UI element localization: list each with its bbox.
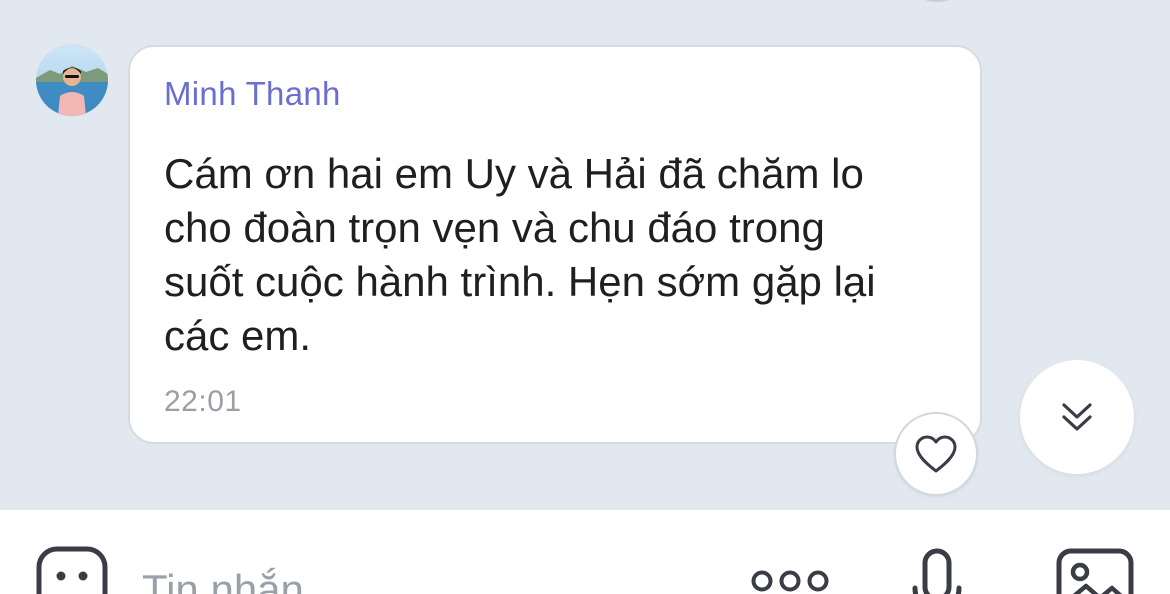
- message-text: Cám ơn hai em Uy và Hải đã chăm lo cho đ…: [164, 147, 954, 363]
- more-options-button[interactable]: [750, 566, 830, 594]
- more-horizontal-icon: [751, 570, 829, 592]
- voice-record-button[interactable]: [912, 548, 962, 594]
- sticker-icon: [36, 546, 108, 594]
- send-image-button[interactable]: [1056, 548, 1134, 594]
- message-line: các em.: [164, 312, 312, 359]
- message-bubble[interactable]: Minh Thanh Cám ơn hai em Uy và Hải đã ch…: [128, 45, 982, 444]
- image-icon: [1056, 548, 1134, 594]
- previous-reaction-button[interactable]: [902, 0, 972, 2]
- chat-area[interactable]: Minh Thanh Cám ơn hai em Uy và Hải đã ch…: [0, 0, 1170, 510]
- like-button[interactable]: [894, 412, 978, 496]
- double-chevron-down-icon: [1062, 403, 1092, 431]
- sticker-button[interactable]: [36, 546, 108, 594]
- avatar[interactable]: [36, 44, 108, 116]
- heart-icon: [915, 435, 957, 473]
- message-composer: [0, 510, 1170, 594]
- scroll-to-bottom-button[interactable]: [1020, 360, 1134, 474]
- message-line: suốt cuộc hành trình. Hẹn sớm gặp lại: [164, 258, 876, 305]
- sender-name[interactable]: Minh Thanh: [164, 75, 341, 113]
- message-line: cho đoàn trọn vẹn và chu đáo trong: [164, 204, 825, 251]
- message-input[interactable]: [142, 560, 702, 594]
- message-line: Cám ơn hai em Uy và Hải đã chăm lo: [164, 150, 864, 197]
- message-timestamp: 22:01: [164, 385, 242, 418]
- microphone-icon: [912, 548, 962, 594]
